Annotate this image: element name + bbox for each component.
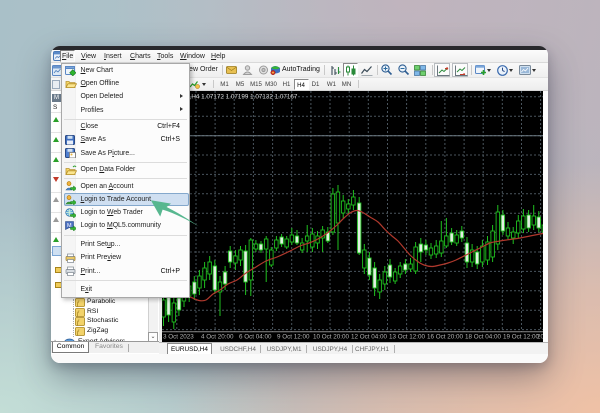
svg-text:19 Oct 12:00: 19 Oct 12:00 <box>503 333 540 340</box>
svg-text:10 Oct 20:00: 10 Oct 20:00 <box>313 333 350 340</box>
svg-text:13 Oct 12:00: 13 Oct 12:00 <box>389 333 426 340</box>
svg-text:4 Oct 20:00: 4 Oct 20:00 <box>201 333 234 340</box>
svg-text:18 Oct 04:00: 18 Oct 04:00 <box>465 333 502 340</box>
svg-text:12 Oct 04:00: 12 Oct 04:00 <box>351 333 388 340</box>
svg-text:16 Oct 20:00: 16 Oct 20:00 <box>427 333 464 340</box>
svg-text:9 Oct 12:00: 9 Oct 12:00 <box>277 333 310 340</box>
svg-text:6 Oct 04:00: 6 Oct 04:00 <box>239 333 272 340</box>
svg-text:3 Oct 2023: 3 Oct 2023 <box>163 333 194 340</box>
